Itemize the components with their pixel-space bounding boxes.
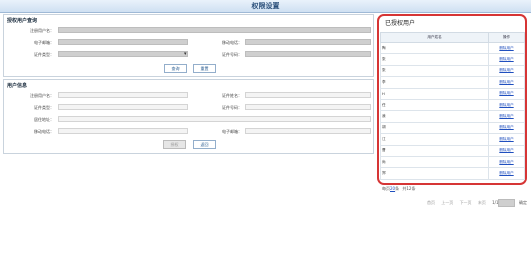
table-row: 任删除用户	[380, 98, 525, 112]
user-name-cell: 任	[380, 98, 489, 112]
info-registered-name-field	[58, 92, 188, 98]
table-row: 曹删除用户	[380, 144, 525, 157]
delete-user-link[interactable]: 删除用户	[488, 98, 525, 112]
search-id-number-input[interactable]	[245, 51, 371, 57]
info-user-name-label: 证件姓名：	[222, 93, 242, 98]
first-page-link[interactable]: 首页	[427, 200, 435, 205]
user-name-cell: 张	[380, 64, 489, 78]
delete-user-link[interactable]: 删除用户	[488, 121, 525, 135]
delete-user-link[interactable]: 删除用户	[488, 64, 525, 78]
pagination-controls: 首页 上一页 下一页 末页 1/1页	[427, 200, 503, 206]
table-row: 陶删除用户	[380, 41, 525, 55]
page-title: 权限设置	[0, 0, 531, 13]
search-email-input[interactable]	[58, 39, 188, 45]
user-name-cell: 江	[380, 133, 489, 146]
search-registered-name-input[interactable]	[58, 27, 371, 33]
user-name-cell: 胡	[380, 121, 489, 135]
delete-user-link[interactable]: 删除用户	[488, 53, 525, 66]
table-row: H 删除用户	[380, 87, 525, 100]
authorize-button[interactable]: 授权	[163, 140, 186, 149]
info-id-type-label: 证件类型：	[34, 105, 54, 110]
delete-user-link[interactable]: 删除用户	[488, 41, 525, 55]
search-id-type-select[interactable]	[58, 51, 188, 57]
table-row: 李删除用户	[380, 76, 525, 89]
delete-user-link[interactable]: 删除用户	[488, 110, 525, 123]
chevron-down-icon[interactable]: ▾	[184, 51, 187, 57]
next-page-link[interactable]: 下一页	[460, 200, 472, 205]
info-id-number-label: 证件号码：	[222, 105, 242, 110]
info-address-label: 居住地址：	[34, 117, 54, 122]
info-mobile-field	[58, 128, 188, 134]
search-registered-name-label: 注册用户名：	[30, 28, 54, 33]
table-row: 张删除用户	[380, 64, 525, 78]
page-number-input[interactable]	[498, 199, 515, 207]
user-info-section-title: 用户信息	[7, 83, 28, 89]
search-email-label: 电子邮箱：	[34, 40, 54, 45]
info-user-name-field	[245, 92, 371, 98]
go-button[interactable]: 确定	[519, 200, 527, 206]
user-name-cell: H	[380, 87, 489, 100]
user-name-cell: 我	[380, 110, 489, 123]
search-mobile-input[interactable]	[245, 39, 371, 45]
info-id-type-field	[58, 104, 188, 110]
delete-user-link[interactable]: 删除用户	[488, 155, 525, 169]
table-row: 郑删除用户	[380, 167, 525, 180]
user-name-cell: 李	[380, 76, 489, 89]
info-registered-name-label: 注册用户名：	[30, 93, 54, 98]
info-email-field	[245, 128, 371, 134]
reset-button[interactable]: 重置	[193, 64, 216, 73]
column-header-action: 操作	[488, 32, 525, 43]
per-page-prefix: 每页	[382, 186, 390, 191]
table-row: 张删除用户	[380, 53, 525, 66]
table-row: 尚删除用户	[380, 155, 525, 169]
info-email-label: 电子邮箱：	[222, 129, 242, 134]
user-name-cell: 曹	[380, 144, 489, 157]
user-name-cell: 尚	[380, 155, 489, 169]
table-row: 胡删除用户	[380, 121, 525, 135]
delete-user-link[interactable]: 删除用户	[488, 144, 525, 157]
query-button[interactable]: 查询	[164, 64, 187, 73]
search-mobile-label: 移动电话：	[222, 40, 242, 45]
delete-user-link[interactable]: 删除用户	[488, 76, 525, 89]
search-id-type-label: 证件类型：	[34, 52, 54, 57]
page-size-info: 每页20条 共12条	[382, 186, 415, 192]
user-name-cell: 郑	[380, 167, 489, 180]
last-page-link[interactable]: 末页	[478, 200, 486, 205]
table-row: 江删除用户	[380, 133, 525, 146]
user-name-cell: 陶	[380, 41, 489, 55]
info-mobile-label: 移动电话：	[34, 129, 54, 134]
total-count: 共12条	[402, 186, 416, 191]
prev-page-link[interactable]: 上一页	[441, 200, 453, 205]
search-id-number-label: 证件号码：	[222, 52, 242, 57]
delete-user-link[interactable]: 删除用户	[488, 167, 525, 180]
column-header-name: 用户姓名	[380, 32, 489, 43]
search-section-title: 授权用户查询	[7, 18, 38, 24]
delete-user-link[interactable]: 删除用户	[488, 87, 525, 100]
info-id-number-field	[245, 104, 371, 110]
table-row: 我删除用户	[380, 110, 525, 123]
granted-users-table: 用户姓名 操作 陶删除用户 张删除用户 张删除用户 李删除用户 H 删除用户 任删…	[380, 32, 525, 180]
back-button[interactable]: 返回	[193, 140, 216, 149]
delete-user-link[interactable]: 删除用户	[488, 133, 525, 146]
user-name-cell: 张	[380, 53, 489, 66]
per-page-suffix: 条	[395, 186, 400, 191]
info-address-field	[58, 116, 371, 122]
granted-users-title: 已授权用户	[385, 20, 416, 27]
search-panel	[3, 14, 374, 77]
